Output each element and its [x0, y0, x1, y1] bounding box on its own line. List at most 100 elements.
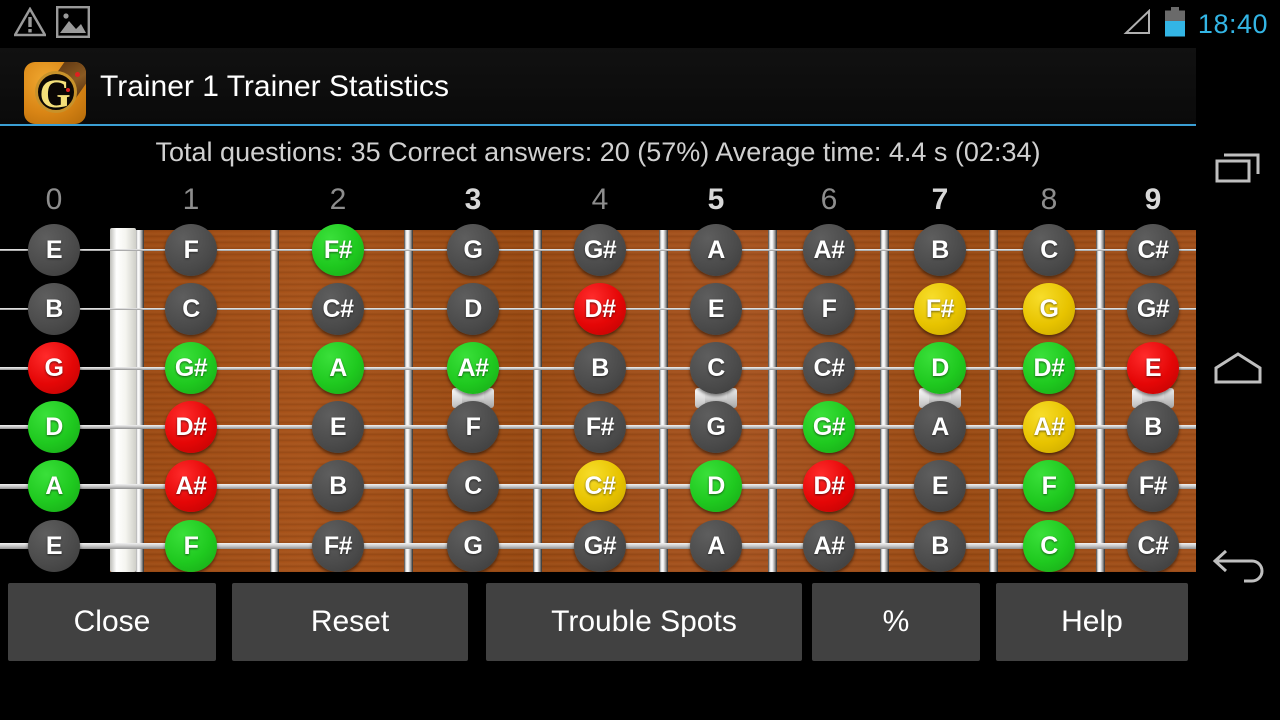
- fret-number-6: 6: [820, 183, 838, 216]
- note-string4-fret0[interactable]: D: [28, 401, 80, 453]
- note-string5-fret0[interactable]: A: [28, 460, 80, 512]
- nut: [110, 228, 136, 572]
- status-bar-clock: 18:40: [1197, 8, 1268, 39]
- fret-number-3: 3: [464, 183, 482, 216]
- note-string3-fret3[interactable]: A#: [447, 342, 499, 394]
- fret-wire-3: [404, 230, 413, 572]
- close-button[interactable]: Close: [8, 583, 216, 661]
- note-string2-fret8[interactable]: G: [1023, 283, 1075, 335]
- note-string4-fret8[interactable]: A#: [1023, 401, 1075, 453]
- note-string2-fret3[interactable]: D: [447, 283, 499, 335]
- note-string1-fret1[interactable]: F: [165, 224, 217, 276]
- note-string6-fret6[interactable]: A#: [803, 520, 855, 572]
- note-string5-fret7[interactable]: E: [914, 460, 966, 512]
- guitar-app-icon: G: [24, 62, 86, 124]
- note-string3-fret5[interactable]: C: [690, 342, 742, 394]
- note-string4-fret3[interactable]: F: [447, 401, 499, 453]
- note-string3-fret0[interactable]: G: [28, 342, 80, 394]
- note-string5-fret9[interactable]: F#: [1127, 460, 1179, 512]
- screenshot-icon: [56, 6, 91, 43]
- note-string2-fret2[interactable]: C#: [312, 283, 364, 335]
- note-string1-fret7[interactable]: B: [914, 224, 966, 276]
- note-string4-fret6[interactable]: G#: [803, 401, 855, 453]
- note-string2-fret1[interactable]: C: [165, 283, 217, 335]
- note-string2-fret5[interactable]: E: [690, 283, 742, 335]
- note-string5-fret4[interactable]: C#: [574, 460, 626, 512]
- note-string5-fret2[interactable]: B: [312, 460, 364, 512]
- note-string5-fret3[interactable]: C: [447, 460, 499, 512]
- fret-number-0: 0: [45, 183, 63, 216]
- fret-number-9: 9: [1144, 183, 1162, 216]
- trouble-spots-button[interactable]: Trouble Spots: [486, 583, 802, 661]
- fret-number-7: 7: [931, 183, 949, 216]
- fret-number-2: 2: [329, 183, 347, 216]
- note-string1-fret3[interactable]: G: [447, 224, 499, 276]
- note-string3-fret8[interactable]: D#: [1023, 342, 1075, 394]
- recents-icon[interactable]: [1196, 126, 1280, 210]
- note-string6-fret8[interactable]: C: [1023, 520, 1075, 572]
- note-string6-fret5[interactable]: A: [690, 520, 742, 572]
- note-string2-fret7[interactable]: F#: [914, 283, 966, 335]
- note-string4-fret2[interactable]: E: [312, 401, 364, 453]
- note-string1-fret4[interactable]: G#: [574, 224, 626, 276]
- battery-icon: [1164, 6, 1186, 42]
- help-button[interactable]: Help: [996, 583, 1188, 661]
- note-string3-fret4[interactable]: B: [574, 342, 626, 394]
- fret-wire-1: [135, 230, 144, 572]
- note-string1-fret5[interactable]: A: [690, 224, 742, 276]
- note-string1-fret2[interactable]: F#: [312, 224, 364, 276]
- fret-dot-decor-2: [66, 88, 70, 92]
- button-bar: Close Reset Trouble Spots% Help: [0, 583, 1196, 665]
- note-string5-fret6[interactable]: D#: [803, 460, 855, 512]
- app-root: 18:40 G Trainer 1 Trainer Statistics Tot…: [0, 0, 1280, 720]
- note-string3-fret7[interactable]: D: [914, 342, 966, 394]
- note-string6-fret7[interactable]: B: [914, 520, 966, 572]
- note-string4-fret1[interactable]: D#: [165, 401, 217, 453]
- note-string5-fret1[interactable]: A#: [165, 460, 217, 512]
- fret-number-1: 1: [182, 183, 200, 216]
- note-string6-fret1[interactable]: F: [165, 520, 217, 572]
- note-string1-fret9[interactable]: C#: [1127, 224, 1179, 276]
- fret-dot-decor-1: [75, 72, 80, 77]
- note-string6-fret0[interactable]: E: [28, 520, 80, 572]
- home-icon[interactable]: [1196, 326, 1280, 410]
- warning-icon: [12, 6, 48, 42]
- fret-number-8: 8: [1040, 183, 1058, 216]
- note-string6-fret4[interactable]: G#: [574, 520, 626, 572]
- note-string2-fret4[interactable]: D#: [574, 283, 626, 335]
- note-string2-fret9[interactable]: G#: [1127, 283, 1179, 335]
- note-string6-fret2[interactable]: F#: [312, 520, 364, 572]
- percent-button[interactable]: %: [812, 583, 980, 661]
- note-string2-fret0[interactable]: B: [28, 283, 80, 335]
- reset-button[interactable]: Reset: [232, 583, 468, 661]
- fret-wire-8: [989, 230, 998, 572]
- note-string6-fret9[interactable]: C#: [1127, 520, 1179, 572]
- note-string4-fret9[interactable]: B: [1127, 401, 1179, 453]
- note-string1-fret0[interactable]: E: [28, 224, 80, 276]
- note-string4-fret4[interactable]: F#: [574, 401, 626, 453]
- fret-wire-2: [270, 230, 279, 572]
- status-bar-left-icons: [12, 6, 91, 43]
- back-icon[interactable]: [1196, 526, 1280, 610]
- note-string3-fret1[interactable]: G#: [165, 342, 217, 394]
- fret-wire-9: [1096, 230, 1105, 572]
- statistics-summary: Total questions: 35 Correct answers: 20 …: [155, 136, 1041, 167]
- status-bar-right: 18:40: [1122, 0, 1268, 48]
- note-string5-fret8[interactable]: F: [1023, 460, 1075, 512]
- fret-number-4: 4: [591, 183, 609, 216]
- note-string6-fret3[interactable]: G: [447, 520, 499, 572]
- fret-wire-4: [533, 230, 542, 572]
- note-string4-fret7[interactable]: A: [914, 401, 966, 453]
- note-string3-fret9[interactable]: E: [1127, 342, 1179, 394]
- note-string3-fret6[interactable]: C#: [803, 342, 855, 394]
- fret-wire-6: [768, 230, 777, 572]
- note-string3-fret2[interactable]: A: [312, 342, 364, 394]
- note-string2-fret6[interactable]: F: [803, 283, 855, 335]
- android-nav-bar: [1196, 48, 1280, 720]
- note-string4-fret5[interactable]: G: [690, 401, 742, 453]
- fret-wire-7: [880, 230, 889, 572]
- note-string5-fret5[interactable]: D: [690, 460, 742, 512]
- fret-number-row: 0 1 2 3 4 5 6 7 8 9: [0, 178, 1196, 230]
- note-string1-fret6[interactable]: A#: [803, 224, 855, 276]
- note-string1-fret8[interactable]: C: [1023, 224, 1075, 276]
